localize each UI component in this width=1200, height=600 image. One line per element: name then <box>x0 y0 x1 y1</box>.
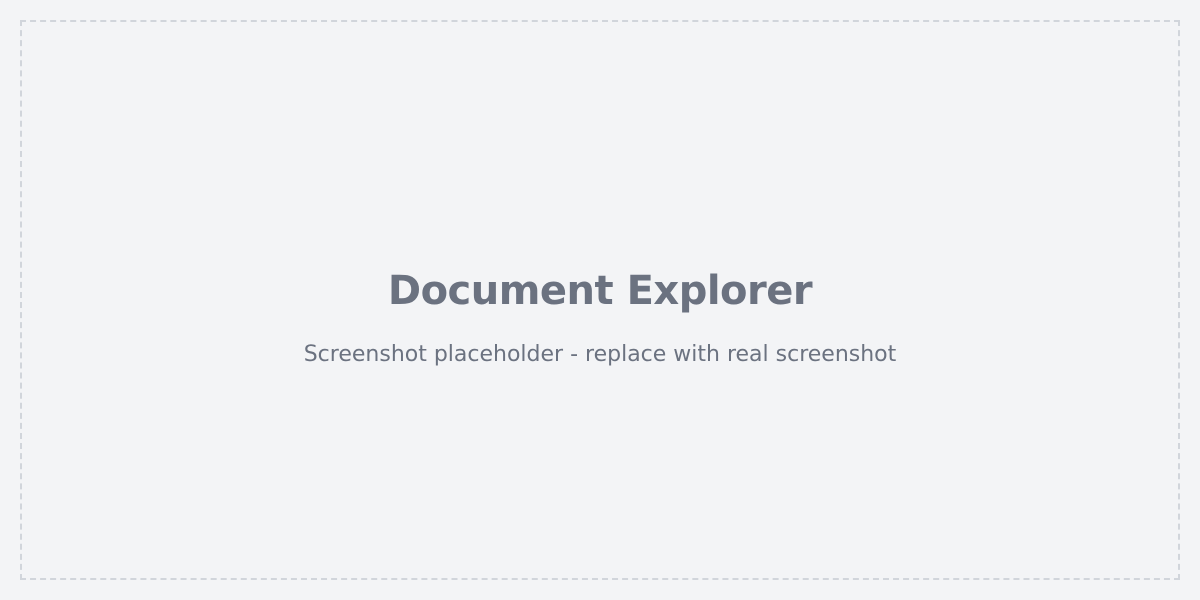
placeholder-content: Document Explorer Screenshot placeholder… <box>304 267 897 370</box>
placeholder-title: Document Explorer <box>387 267 813 314</box>
screenshot-placeholder-frame: Document Explorer Screenshot placeholder… <box>20 20 1180 580</box>
placeholder-subtitle: Screenshot placeholder - replace with re… <box>303 341 897 367</box>
